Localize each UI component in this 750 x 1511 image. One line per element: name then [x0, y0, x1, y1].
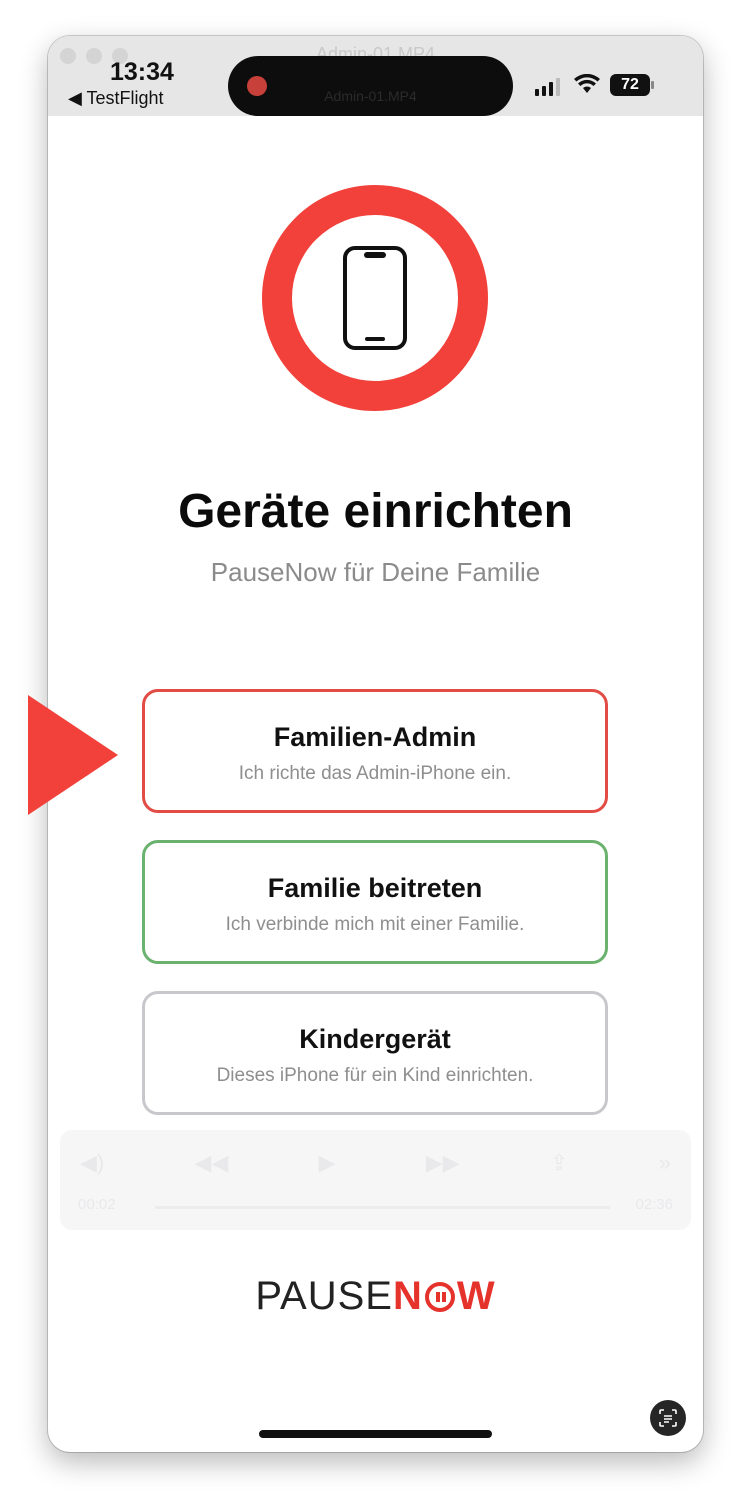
dynamic-island: Admin-01.MP4 — [228, 56, 513, 116]
page-subtitle: PauseNow für Deine Familie — [210, 557, 541, 587]
back-to-app-link[interactable]: ◀ TestFlight — [68, 88, 164, 109]
remaining-time: 02:36 — [635, 1196, 673, 1213]
option-subtitle: Ich verbinde mich mit einer Familie. — [225, 914, 525, 935]
option-subtitle: Ich richte das Admin-iPhone ein. — [238, 763, 512, 784]
elapsed-time: 00:02 — [78, 1196, 116, 1213]
scan-text-icon[interactable] — [650, 1400, 686, 1436]
rewind-icon[interactable]: ◀◀ — [195, 1150, 229, 1176]
share-icon[interactable]: ⇪ — [550, 1150, 568, 1176]
volume-icon[interactable]: ◀) — [80, 1150, 104, 1176]
option-title: Familie beitreten — [267, 873, 483, 903]
pause-ring-icon — [424, 1281, 455, 1312]
option-title: Kindergerät — [299, 1024, 451, 1054]
familien-admin-button[interactable]: Familien-Admin Ich richte das Admin-iPho… — [142, 689, 608, 813]
pointer-arrow-icon — [28, 695, 118, 815]
hero-badge — [262, 185, 488, 411]
kindergeraet-button[interactable]: Kindergerät Dieses iPhone für ein Kind e… — [142, 991, 608, 1115]
wifi-icon — [574, 74, 600, 93]
option-subtitle: Dieses iPhone für ein Kind einrichten. — [216, 1065, 534, 1086]
home-indicator[interactable] — [259, 1430, 492, 1438]
battery-indicator: 72 — [610, 74, 654, 96]
cellular-signal-icon — [535, 78, 560, 96]
clock: 13:34 — [110, 58, 174, 86]
option-title: Familien-Admin — [273, 722, 477, 752]
app-window: Admin-01.MP4 13:34 ◀ TestFlight Admin-01… — [48, 36, 703, 1452]
pausenow-logo: PAUSE NW — [255, 1274, 496, 1318]
fast-forward-icon[interactable]: ▶▶ — [426, 1150, 460, 1176]
more-icon[interactable]: » — [659, 1150, 671, 1176]
play-icon[interactable]: ▶ — [319, 1150, 336, 1176]
scrubber[interactable] — [155, 1206, 610, 1209]
smartphone-icon — [343, 246, 407, 350]
familie-beitreten-button[interactable]: Familie beitreten Ich verbinde mich mit … — [142, 840, 608, 964]
video-player-controls: ◀) ◀◀ ▶ ▶▶ ⇪ » 00:02 02:36 — [60, 1130, 691, 1230]
status-bar: Admin-01.MP4 13:34 ◀ TestFlight Admin-01… — [48, 36, 703, 116]
island-label: Admin-01.MP4 — [324, 88, 417, 104]
page-title: Geräte einrichten — [178, 485, 573, 538]
